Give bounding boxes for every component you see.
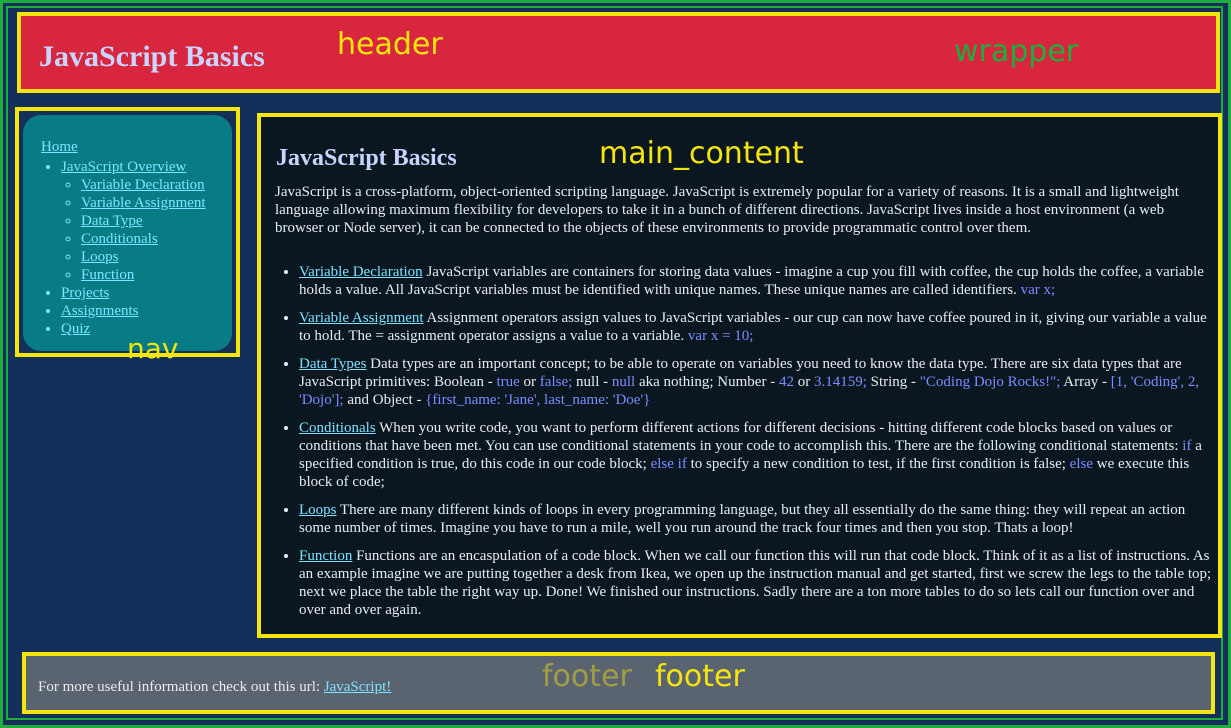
site-title: JavaScript Basics <box>39 40 265 73</box>
footer: For more useful information check out th… <box>22 652 1215 714</box>
footer-label-faded: footer <box>542 659 632 694</box>
nav-sub-list: Variable Declaration Variable Assignment… <box>61 176 206 284</box>
topic-text: Array - <box>1060 374 1111 390</box>
code-snippet: var x; <box>1020 282 1056 298</box>
topic-item: Conditionals When you write code, you wa… <box>299 419 1219 491</box>
topic-link-variable-assignment[interactable]: Variable Assignment <box>299 310 424 326</box>
nav-link-quiz[interactable]: Quiz <box>61 321 90 337</box>
footer-label: footer <box>655 659 745 694</box>
topic-link-data-types[interactable]: Data Types <box>299 356 366 372</box>
nav-item: JavaScript Overview Variable Declaration… <box>61 158 206 284</box>
nav-link-home[interactable]: Home <box>41 139 78 156</box>
topic-text: There are many different kinds of loops … <box>299 502 1186 536</box>
nav-sub-item: Conditionals <box>81 230 206 248</box>
code-snippet: true <box>496 374 520 390</box>
wrapper-label: wrapper <box>954 34 1079 69</box>
topic-item: Loops There are many different kinds of … <box>299 501 1219 537</box>
topic-text: or <box>519 374 540 390</box>
nav-link-conditionals[interactable]: Conditionals <box>81 231 158 247</box>
topic-text: to specify a new condition to test, if t… <box>686 456 1070 472</box>
nav: Home JavaScript Overview Variable Declar… <box>15 107 240 363</box>
topic-text: Functions are an encaspulation of a code… <box>299 548 1212 618</box>
header-label: header <box>337 27 443 62</box>
nav-link-data-type[interactable]: Data Type <box>81 213 143 229</box>
nav-list: JavaScript Overview Variable Declaration… <box>61 158 206 338</box>
intro-paragraph: JavaScript is a cross-platform, object-o… <box>275 184 1179 236</box>
nav-link-loops[interactable]: Loops <box>81 249 119 265</box>
code-snippet: {first_name: 'Jane', last_name: 'Doe'} <box>425 392 651 408</box>
topic-text: or <box>793 374 814 390</box>
topic-item: Variable Declaration JavaScript variable… <box>299 263 1219 299</box>
topic-item: Data Types Data types are an important c… <box>299 355 1219 409</box>
code-snippet: else if <box>650 456 687 472</box>
main-content-label: main_content <box>599 136 804 171</box>
code-snippet: null <box>611 374 636 390</box>
topic-text: null - <box>572 374 612 390</box>
topic-text: and Object - <box>343 392 426 408</box>
code-snippet: var x = 10; <box>687 328 754 344</box>
code-snippet: 42 <box>778 374 794 390</box>
nav-item: Assignments <box>61 302 206 320</box>
nav-label: nav <box>127 332 179 365</box>
topic-text: When you write code, you want to perform… <box>299 420 1183 454</box>
topic-link-variable-declaration[interactable]: Variable Declaration <box>299 264 423 280</box>
code-snippet: false; <box>539 374 573 390</box>
topic-link-function[interactable]: Function <box>299 548 352 564</box>
nav-item: Projects <box>61 284 206 302</box>
topic-text: JavaScript variables are containers for … <box>299 264 1204 298</box>
nav-link-function[interactable]: Function <box>81 267 134 283</box>
topic-text: String - <box>866 374 920 390</box>
nav-link-javascript-overview[interactable]: JavaScript Overview <box>61 159 186 175</box>
topic-list: Variable Declaration JavaScript variable… <box>279 263 1219 629</box>
nav-link-projects[interactable]: Projects <box>61 285 109 301</box>
footer-link-javascript[interactable]: JavaScript! <box>324 679 391 695</box>
topic-text: aka nothing; Number - <box>635 374 779 390</box>
topic-link-loops[interactable]: Loops <box>299 502 337 518</box>
footer-text: For more useful information check out th… <box>38 679 391 696</box>
code-snippet: 3.14159; <box>813 374 867 390</box>
topic-item: Function Functions are an encaspulation … <box>299 547 1219 619</box>
main-content: JavaScript Basics main_content JavaScrip… <box>257 113 1222 638</box>
nav-sub-item: Data Type <box>81 212 206 230</box>
main-heading: JavaScript Basics <box>276 145 457 171</box>
code-snippet: else <box>1069 456 1093 472</box>
topic-link-conditionals[interactable]: Conditionals <box>299 420 376 436</box>
footer-message: For more useful information check out th… <box>38 679 324 695</box>
topic-item: Variable Assignment Assignment operators… <box>299 309 1219 345</box>
nav-link-variable-assignment[interactable]: Variable Assignment <box>81 195 206 211</box>
header: JavaScript Basics header wrapper <box>17 12 1220 93</box>
nav-sub-item: Variable Declaration <box>81 176 206 194</box>
nav-sub-item: Variable Assignment <box>81 194 206 212</box>
nav-link-variable-declaration[interactable]: Variable Declaration <box>81 177 205 193</box>
code-snippet: "Coding Dojo Rocks!"; <box>919 374 1061 390</box>
nav-sub-item: Function <box>81 266 206 284</box>
wrapper: JavaScript Basics header wrapper Home Ja… <box>0 0 1231 728</box>
nav-link-assignments[interactable]: Assignments <box>61 303 139 319</box>
nav-sub-item: Loops <box>81 248 206 266</box>
nav-panel: Home JavaScript Overview Variable Declar… <box>23 115 232 351</box>
